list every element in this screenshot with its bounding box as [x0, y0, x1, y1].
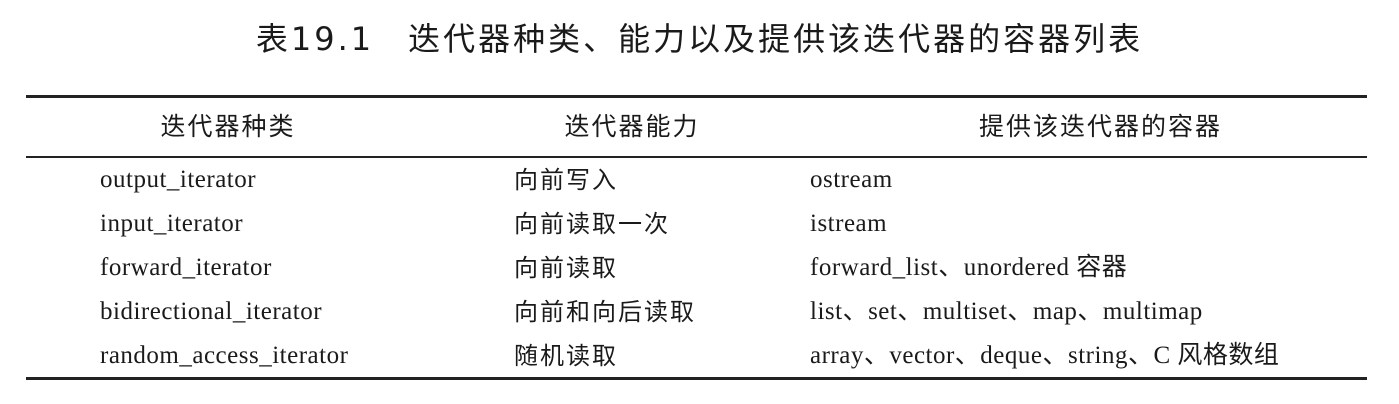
cell-iterator-kind: bidirectional_iterator — [100, 298, 323, 325]
table-row: bidirectional_iterator 向前和向后读取 list、set、… — [0, 290, 1399, 334]
cell-iterator-capability: 向前写入 — [514, 166, 618, 194]
table-body: output_iterator 向前写入 ostream input_itera… — [0, 158, 1399, 378]
table-caption: 表19.1 迭代器种类、能力以及提供该迭代器的容器列表 — [0, 14, 1399, 64]
cell-providing-containers: forward_list、unordered 容器 — [810, 254, 1128, 281]
cell-iterator-capability: 向前和向后读取 — [514, 298, 696, 326]
cell-iterator-capability: 向前读取一次 — [514, 210, 670, 238]
cell-iterator-capability: 向前读取 — [514, 254, 618, 282]
cell-iterator-kind: input_iterator — [100, 210, 244, 237]
table-title: 迭代器种类、能力以及提供该迭代器的容器列表 — [408, 20, 1144, 58]
bottom-rule — [26, 377, 1367, 380]
table-header-row: 迭代器种类 迭代器能力 提供该迭代器的容器 — [26, 98, 1367, 156]
cell-iterator-kind: random_access_iterator — [100, 342, 349, 369]
cell-iterator-kind: forward_iterator — [100, 254, 272, 281]
cell-iterator-capability: 随机读取 — [514, 342, 618, 370]
table-row: random_access_iterator 随机读取 array、vector… — [0, 334, 1399, 378]
table-number: 表19.1 — [255, 20, 375, 58]
cell-iterator-kind: output_iterator — [100, 166, 257, 193]
cell-providing-containers: ostream — [810, 166, 893, 193]
table-row: input_iterator 向前读取一次 istream — [0, 202, 1399, 246]
table-row: output_iterator 向前写入 ostream — [0, 158, 1399, 202]
cell-providing-containers: array、vector、deque、string、C 风格数组 — [810, 342, 1280, 369]
header-providing-containers: 提供该迭代器的容器 — [978, 112, 1222, 141]
header-iterator-kind: 迭代器种类 — [160, 112, 296, 141]
cell-providing-containers: list、set、multiset、map、multimap — [810, 298, 1203, 325]
table-row: forward_iterator 向前读取 forward_list、unord… — [0, 246, 1399, 290]
cell-providing-containers: istream — [810, 210, 888, 237]
header-iterator-capability: 迭代器能力 — [564, 112, 700, 141]
